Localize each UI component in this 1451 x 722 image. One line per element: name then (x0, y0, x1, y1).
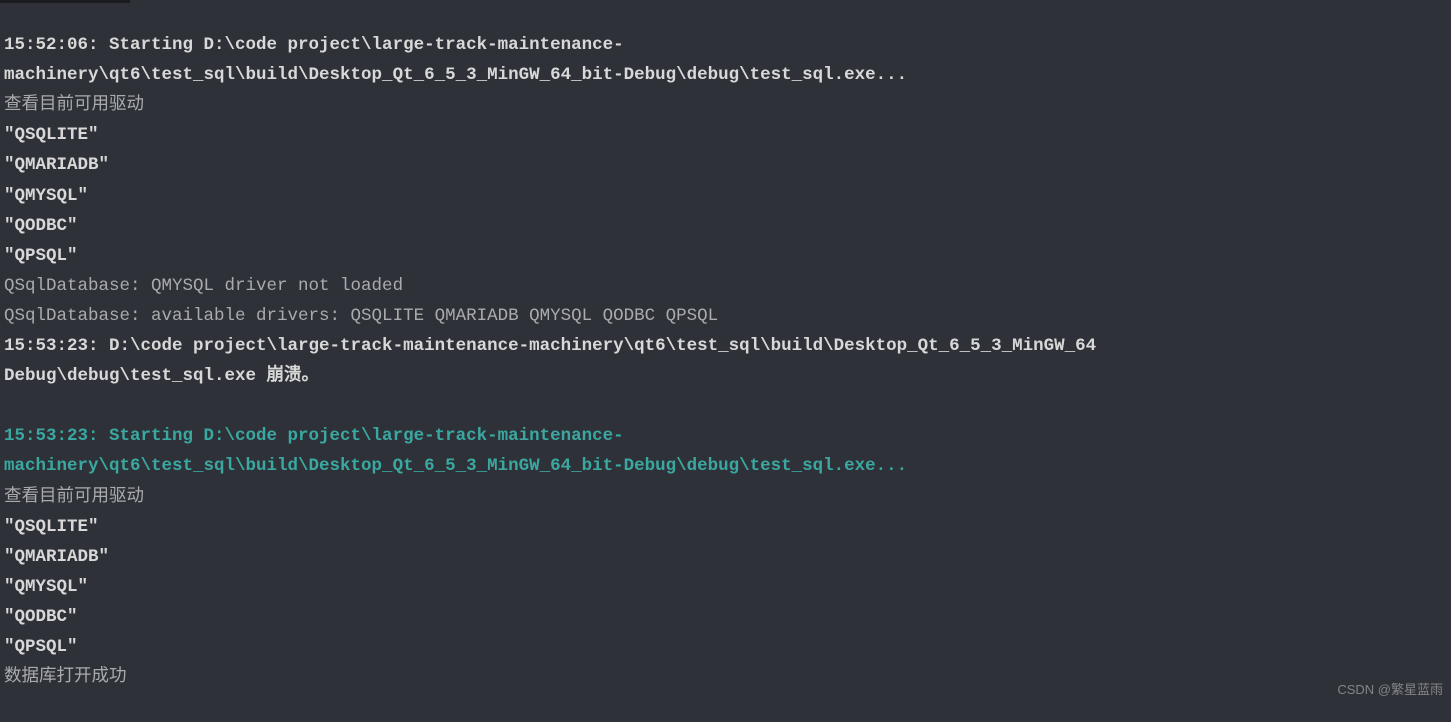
start-message-line: machinery\qt6\test_sql\build\Desktop_Qt_… (4, 451, 1447, 481)
driver-line: "QODBC" (4, 211, 1447, 241)
watermark: CSDN @繁星蓝雨 (1337, 679, 1443, 701)
start-message-line: machinery\qt6\test_sql\build\Desktop_Qt_… (4, 60, 1447, 90)
start-message-line: 15:52:06: Starting D:\code project\large… (4, 30, 1447, 60)
error-line: QSqlDatabase: available drivers: QSQLITE… (4, 301, 1447, 331)
driver-line: "QPSQL" (4, 632, 1447, 662)
crash-message-line: Debug\debug\test_sql.exe 崩溃。 (4, 361, 1447, 391)
driver-line: "QMARIADB" (4, 542, 1447, 572)
success-line: 数据库打开成功 (4, 662, 1447, 692)
driver-line: "QMYSQL" (4, 572, 1447, 602)
error-line: QSqlDatabase: QMYSQL driver not loaded (4, 271, 1447, 301)
driver-line: "QPSQL" (4, 241, 1447, 271)
crash-message-line: 15:53:23: D:\code project\large-track-ma… (4, 331, 1447, 361)
tab-indicator (0, 0, 130, 3)
driver-line: "QMARIADB" (4, 150, 1447, 180)
blank-line (4, 391, 1447, 421)
driver-line: "QMYSQL" (4, 181, 1447, 211)
driver-line: "QSQLITE" (4, 512, 1447, 542)
output-line: 查看目前可用驱动 (4, 482, 1447, 512)
start-message-line: 15:53:23: Starting D:\code project\large… (4, 421, 1447, 451)
console-output[interactable]: 15:52:06: Starting D:\code project\large… (0, 0, 1451, 722)
output-line: 查看目前可用驱动 (4, 90, 1447, 120)
driver-line: "QODBC" (4, 602, 1447, 632)
driver-line: "QSQLITE" (4, 120, 1447, 150)
